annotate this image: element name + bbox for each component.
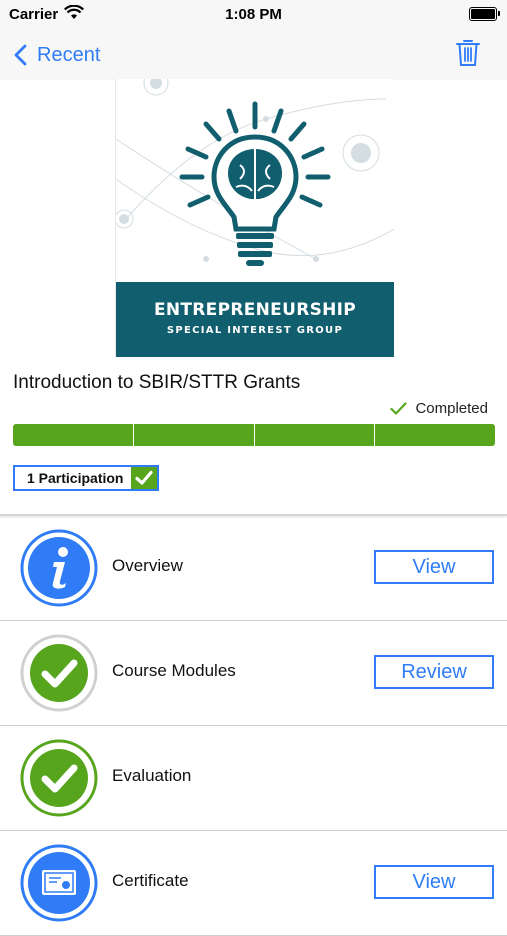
back-button[interactable]: Recent	[14, 40, 100, 70]
view-certificate-button[interactable]: View	[374, 865, 494, 899]
certificate-icon	[20, 844, 98, 922]
status-bar: Carrier 1:08 PM	[0, 0, 507, 30]
banner-title: ENTREPRENEURSHIP	[153, 300, 357, 320]
progress-segment	[133, 424, 255, 446]
list-item-overview: Overview View	[0, 516, 507, 621]
course-title: Introduction to SBIR/STTR Grants	[13, 372, 301, 393]
course-image: ENTREPRENEURSHIP SPECIAL INTEREST GROUP	[115, 79, 394, 357]
row-label: Overview	[112, 556, 183, 575]
list-item-course-modules: Course Modules Review	[0, 621, 507, 726]
list-item-evaluation: Evaluation	[0, 726, 507, 831]
checkmark-icon	[131, 467, 158, 489]
battery-icon	[469, 7, 500, 21]
progress-segment	[13, 424, 134, 446]
progress-segment	[254, 424, 376, 446]
completion-status-label: Completed	[415, 400, 488, 417]
lightbulb-brain-icon	[116, 79, 394, 266]
check-circle-icon	[20, 634, 98, 712]
row-label: Evaluation	[112, 766, 192, 785]
chevron-left-icon	[14, 44, 27, 66]
completion-status: Completed	[390, 400, 488, 417]
participation-badge[interactable]: 1 Participation	[13, 465, 160, 491]
row-label: Course Modules	[112, 661, 236, 680]
back-button-label: Recent	[37, 43, 101, 66]
course-banner: ENTREPRENEURSHIP SPECIAL INTEREST GROUP	[116, 282, 394, 357]
progress-bar	[13, 424, 495, 446]
row-label: Certificate	[112, 871, 189, 890]
check-circle-icon	[20, 739, 98, 817]
trash-icon	[456, 40, 480, 66]
info-icon	[20, 529, 98, 607]
checkmark-icon	[390, 401, 408, 415]
navigation-bar: Recent	[0, 30, 507, 80]
banner-subtitle: SPECIAL INTEREST GROUP	[166, 325, 344, 336]
view-overview-button[interactable]: View	[374, 550, 494, 584]
participation-label: 1 Participation	[27, 470, 124, 486]
delete-button[interactable]	[455, 38, 481, 73]
list-item-certificate: Certificate View	[0, 831, 507, 936]
review-modules-button[interactable]: Review	[374, 655, 494, 689]
progress-segment	[375, 424, 495, 446]
clock: 1:08 PM	[225, 6, 282, 23]
